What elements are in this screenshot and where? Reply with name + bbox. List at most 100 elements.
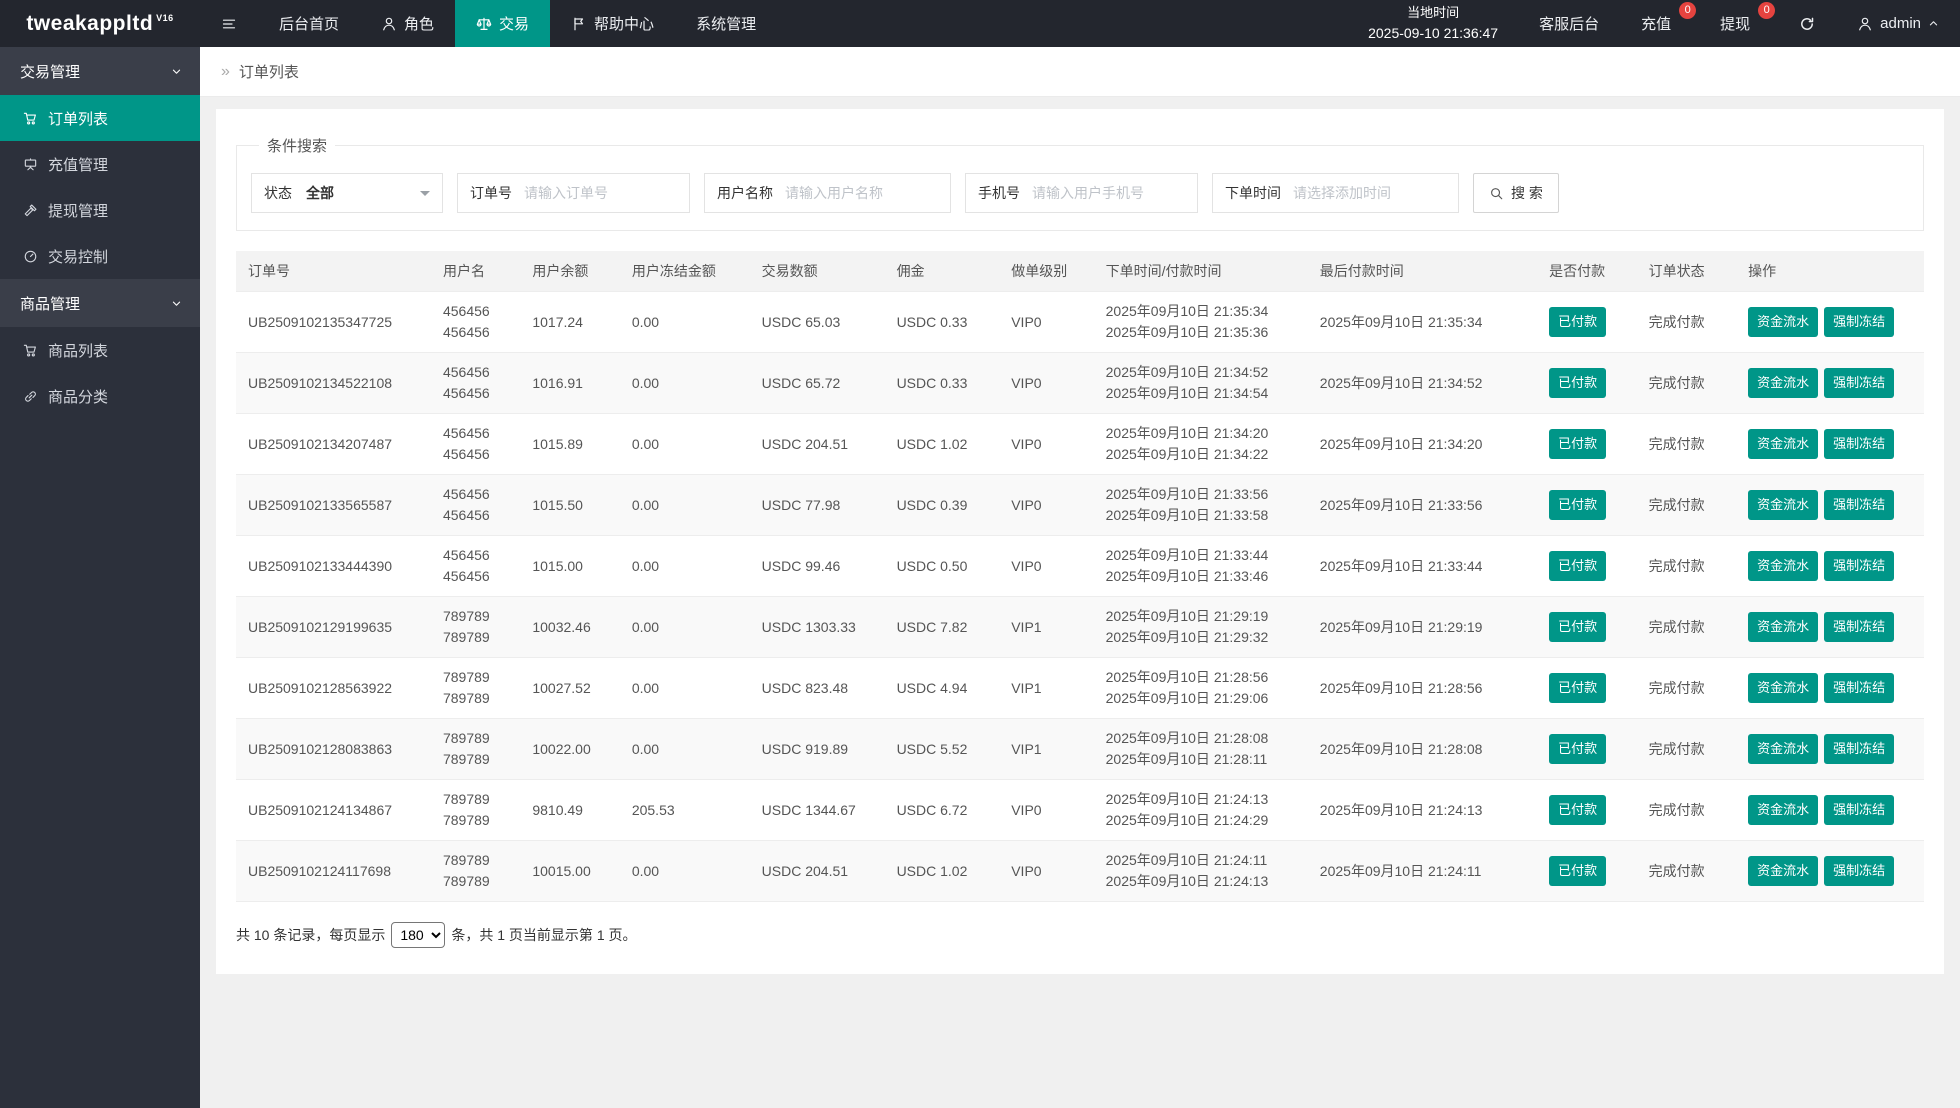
user-menu[interactable]: admin xyxy=(1836,0,1960,47)
cell-last-pay-time: 2025年09月10日 21:28:56 xyxy=(1311,657,1542,719)
paid-status-button[interactable]: 已付款 xyxy=(1549,673,1607,703)
cell-username: 456456 456456 xyxy=(434,352,525,414)
cell-commission: USDC 5.52 xyxy=(888,718,1004,780)
sidebar-item-recharge-management[interactable]: 充值管理 xyxy=(0,141,200,187)
breadcrumb-arrow-icon: » xyxy=(221,62,230,80)
fund-flow-button[interactable]: 资金流水 xyxy=(1748,490,1819,520)
withdraw-link[interactable]: 提现 0 xyxy=(1699,0,1778,47)
recharge-badge: 0 xyxy=(1679,2,1697,19)
paid-status-button[interactable]: 已付款 xyxy=(1549,612,1607,642)
sidebar-item-trade-control[interactable]: 交易控制 xyxy=(0,233,200,279)
cell-last-pay-time: 2025年09月10日 21:28:08 xyxy=(1311,718,1542,780)
order-time-input[interactable] xyxy=(1293,174,1458,212)
person-icon xyxy=(1859,17,1872,30)
order-no-input[interactable] xyxy=(524,174,689,212)
status-label: 状态 xyxy=(264,185,292,201)
paid-status-button[interactable]: 已付款 xyxy=(1549,307,1607,337)
cell-frozen: 0.00 xyxy=(623,474,754,536)
paid-status-button[interactable]: 已付款 xyxy=(1549,795,1607,825)
page-size-select[interactable]: 180 xyxy=(391,922,446,948)
cell-commission: USDC 7.82 xyxy=(888,596,1004,658)
cell-last-pay-time: 2025年09月10日 21:33:56 xyxy=(1311,474,1542,536)
refresh-button[interactable] xyxy=(1778,0,1836,47)
refresh-icon xyxy=(1801,17,1814,30)
fund-flow-button[interactable]: 资金流水 xyxy=(1748,429,1819,459)
cell-status: 完成付款 xyxy=(1640,718,1741,780)
recharge-link[interactable]: 充值 0 xyxy=(1620,0,1699,47)
sidebar-toggle-button[interactable] xyxy=(200,0,258,47)
force-freeze-button[interactable]: 强制冻结 xyxy=(1824,734,1895,764)
paid-status-button[interactable]: 已付款 xyxy=(1549,734,1607,764)
sidebar-item-withdraw-management[interactable]: 提现管理 xyxy=(0,187,200,233)
paid-status-button[interactable]: 已付款 xyxy=(1549,856,1607,886)
force-freeze-button[interactable]: 强制冻结 xyxy=(1824,429,1895,459)
fund-flow-button[interactable]: 资金流水 xyxy=(1748,795,1819,825)
cell-actions: 资金流水 强制冻结 xyxy=(1740,352,1924,414)
force-freeze-button[interactable]: 强制冻结 xyxy=(1824,612,1895,642)
force-freeze-button[interactable]: 强制冻结 xyxy=(1824,490,1895,520)
order-no-filter: 订单号 xyxy=(457,173,690,213)
sidebar-item-order-list[interactable]: 订单列表 xyxy=(0,95,200,141)
force-freeze-button[interactable]: 强制冻结 xyxy=(1824,795,1895,825)
cell-username: 456456 456456 xyxy=(434,474,525,536)
cell-balance: 10015.00 xyxy=(524,840,624,902)
search-button[interactable]: 搜 索 xyxy=(1473,173,1559,213)
force-freeze-button[interactable]: 强制冻结 xyxy=(1824,307,1895,337)
cell-level: VIP0 xyxy=(1003,779,1098,841)
nav-help-center[interactable]: 帮助中心 xyxy=(550,0,675,47)
cell-order-pay-time: 2025年09月10日 21:34:20 2025年09月10日 21:34:22 xyxy=(1097,413,1312,475)
nav-system[interactable]: 系统管理 xyxy=(675,0,777,47)
status-select[interactable]: 全部 xyxy=(304,174,442,212)
customer-service-link[interactable]: 客服后台 xyxy=(1518,0,1620,47)
fund-flow-button[interactable]: 资金流水 xyxy=(1748,368,1819,398)
cell-actions: 资金流水 强制冻结 xyxy=(1740,535,1924,597)
nav-dashboard[interactable]: 后台首页 xyxy=(258,0,360,47)
force-freeze-button[interactable]: 强制冻结 xyxy=(1824,368,1895,398)
paid-status-button[interactable]: 已付款 xyxy=(1549,490,1607,520)
cell-username: 456456 456456 xyxy=(434,535,525,597)
orders-table: 订单号 用户名 用户余额 用户冻结金额 交易数额 佣金 做单级别 下单时间/付款… xyxy=(236,251,1924,902)
cell-commission: USDC 4.94 xyxy=(888,657,1004,719)
order-time-filter: 下单时间 xyxy=(1212,173,1459,213)
nav-trade[interactable]: 交易 xyxy=(455,0,551,47)
fund-flow-button[interactable]: 资金流水 xyxy=(1748,856,1819,886)
cell-last-pay-time: 2025年09月10日 21:29:19 xyxy=(1311,596,1542,658)
paid-status-button[interactable]: 已付款 xyxy=(1549,368,1607,398)
fund-flow-button[interactable]: 资金流水 xyxy=(1748,673,1819,703)
fund-flow-button[interactable]: 资金流水 xyxy=(1748,612,1819,642)
user-name-input[interactable] xyxy=(785,174,950,212)
fund-flow-button[interactable]: 资金流水 xyxy=(1748,734,1819,764)
force-freeze-button[interactable]: 强制冻结 xyxy=(1824,673,1895,703)
nav-roles[interactable]: 角色 xyxy=(360,0,455,47)
cell-level: VIP1 xyxy=(1003,657,1098,719)
sidebar-group-trade-management[interactable]: 交易管理 xyxy=(0,47,200,95)
cell-order-no: UB2509102134207487 xyxy=(236,413,435,475)
sidebar-group-product-management[interactable]: 商品管理 xyxy=(0,279,200,327)
force-freeze-button[interactable]: 强制冻结 xyxy=(1824,551,1895,581)
local-time: 当地时间 2025-09-10 21:36:47 xyxy=(1368,4,1499,41)
cell-level: VIP0 xyxy=(1003,474,1098,536)
force-freeze-button[interactable]: 强制冻结 xyxy=(1824,856,1895,886)
cell-paid: 已付款 xyxy=(1541,535,1641,597)
sidebar-item-product-list[interactable]: 商品列表 xyxy=(0,327,200,373)
cell-order-no: UB2509102128563922 xyxy=(236,657,435,719)
cell-status: 完成付款 xyxy=(1640,413,1741,475)
cell-order-no: UB2509102128083863 xyxy=(236,718,435,780)
cell-amount: USDC 823.48 xyxy=(753,657,889,719)
flag-icon xyxy=(574,17,584,30)
cell-level: VIP1 xyxy=(1003,596,1098,658)
fund-flow-button[interactable]: 资金流水 xyxy=(1748,307,1819,337)
paid-status-button[interactable]: 已付款 xyxy=(1549,551,1607,581)
paid-status-button[interactable]: 已付款 xyxy=(1549,429,1607,459)
fund-flow-button[interactable]: 资金流水 xyxy=(1748,551,1819,581)
cell-paid: 已付款 xyxy=(1541,779,1641,841)
cell-order-no: UB2509102134522108 xyxy=(236,352,435,414)
cell-paid: 已付款 xyxy=(1541,657,1641,719)
cell-paid: 已付款 xyxy=(1541,352,1641,414)
phone-input[interactable] xyxy=(1032,174,1197,212)
cell-paid: 已付款 xyxy=(1541,413,1641,475)
cell-balance: 10032.46 xyxy=(524,596,624,658)
cell-last-pay-time: 2025年09月10日 21:35:34 xyxy=(1311,291,1542,353)
sidebar-item-product-category[interactable]: 商品分类 xyxy=(0,373,200,419)
table-row: UB2509102134522108 456456 456456 1016.91 0.0… xyxy=(236,352,1924,414)
